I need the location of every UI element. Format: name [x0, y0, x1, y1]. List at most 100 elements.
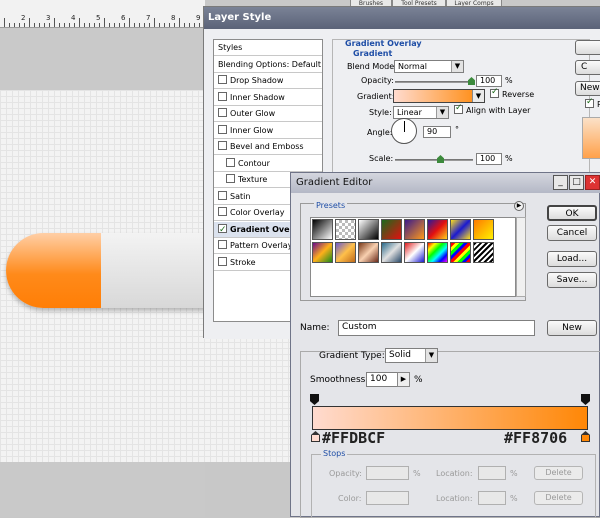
stop-color-swatch[interactable]	[366, 491, 409, 505]
preset-swatch[interactable]	[312, 242, 333, 263]
maximize-icon[interactable]: □	[569, 175, 584, 190]
delete-opacity-stop-button[interactable]: Delete	[534, 466, 583, 480]
ruler-tick	[174, 23, 175, 27]
save-button[interactable]: Save...	[547, 272, 597, 288]
color-location-input[interactable]	[478, 491, 506, 505]
preset-swatch[interactable]	[312, 219, 333, 240]
style-list-item-inner-shadow[interactable]: Inner Shadow	[214, 90, 322, 106]
checkbox-icon[interactable]	[226, 157, 235, 167]
ruler-number: 8	[171, 14, 176, 22]
ruler-number: 2	[21, 14, 26, 22]
minimize-icon[interactable]: _	[553, 175, 568, 190]
smoothness-input[interactable]: 100	[366, 372, 399, 387]
scale-slider[interactable]	[395, 155, 473, 163]
align-with-layer-checkbox[interactable]: Align with Layer	[454, 103, 531, 115]
smoothness-stepper-icon[interactable]: ▶	[397, 372, 410, 387]
style-list-item-drop-shadow[interactable]: Drop Shadow	[214, 73, 322, 89]
presets-scrollbar[interactable]	[516, 217, 526, 297]
checkbox-icon[interactable]	[218, 256, 227, 266]
blend-mode-select[interactable]: Normal ▼	[394, 60, 464, 73]
opacity-location-label: Location:	[436, 469, 473, 478]
preset-swatch[interactable]	[450, 219, 471, 240]
ruler-tick	[69, 23, 70, 27]
ruler-tick	[164, 23, 165, 27]
reverse-checkbox[interactable]: Reverse	[490, 87, 534, 99]
preset-swatch[interactable]	[473, 242, 494, 263]
opacity-slider[interactable]	[395, 77, 475, 85]
preset-swatch[interactable]	[427, 242, 448, 263]
preset-swatch[interactable]	[473, 219, 494, 240]
style-list-item-inner-glow[interactable]: Inner Glow	[214, 123, 322, 139]
checkbox-icon[interactable]	[218, 91, 227, 101]
style-list-item-styles[interactable]: Styles	[214, 40, 322, 56]
opacity-location-input[interactable]	[478, 466, 506, 480]
load-button[interactable]: Load...	[547, 251, 597, 267]
preset-swatch[interactable]	[335, 219, 356, 240]
preset-swatch[interactable]	[358, 219, 379, 240]
angle-dial[interactable]	[391, 118, 417, 144]
checkbox-icon[interactable]	[218, 222, 227, 237]
preset-swatch[interactable]	[404, 219, 425, 240]
new-gradient-button[interactable]: New	[547, 320, 597, 336]
ruler-tick	[139, 23, 140, 27]
scale-slider-knob[interactable]	[437, 155, 444, 163]
checkbox-icon[interactable]	[218, 207, 227, 216]
ok-button-partial[interactable]	[575, 40, 600, 55]
preset-swatch[interactable]	[358, 242, 379, 263]
style-list-label: Outer Glow	[230, 109, 276, 118]
chevron-down-icon[interactable]: ▼	[472, 90, 484, 102]
checkbox-icon[interactable]	[218, 75, 227, 84]
checkbox-icon[interactable]	[226, 174, 235, 183]
delete-color-stop-button[interactable]: Delete	[534, 491, 583, 505]
style-list-item-contour[interactable]: Contour	[214, 156, 322, 172]
preset-swatch[interactable]	[381, 242, 402, 263]
checkbox-icon[interactable]	[218, 240, 227, 249]
style-list-item-outer-glow[interactable]: Outer Glow	[214, 106, 322, 122]
ruler-tick	[64, 23, 65, 27]
preset-swatch[interactable]	[404, 242, 425, 263]
style-list-label: Contour	[238, 158, 270, 168]
style-select[interactable]: Linear ▼	[393, 106, 449, 119]
gradient-type-select[interactable]: Solid ▼	[385, 348, 438, 363]
checkbox-icon[interactable]	[218, 108, 227, 117]
presets-menu-icon[interactable]: ▶	[514, 201, 524, 211]
ruler-tick	[39, 23, 40, 27]
new-style-button-partial[interactable]: New	[575, 81, 600, 96]
cancel-button[interactable]: Cancel	[547, 225, 597, 241]
align-with-layer-label: Align with Layer	[466, 106, 531, 115]
angle-dial-needle	[404, 121, 405, 132]
checkbox-icon[interactable]	[218, 141, 227, 150]
opacity-input[interactable]: 100	[476, 75, 502, 87]
ruler-tick	[124, 23, 125, 27]
ruler-tick	[34, 23, 35, 27]
style-list-item-blending-options-default[interactable]: Blending Options: Default	[214, 57, 322, 73]
close-icon[interactable]: ✕	[585, 175, 600, 190]
preset-swatch[interactable]	[450, 242, 471, 263]
style-list-item-bevel-and-emboss[interactable]: Bevel and Emboss	[214, 139, 322, 155]
ruler-tick	[194, 23, 195, 27]
stop-opacity-input[interactable]	[366, 466, 409, 480]
checkbox-icon[interactable]	[218, 124, 227, 134]
color-location-unit: %	[510, 494, 518, 503]
cancel-button-partial[interactable]: C	[575, 60, 600, 75]
preview-checkbox[interactable]: P	[585, 97, 600, 109]
opacity-unit: %	[505, 76, 513, 85]
ruler-tick	[109, 23, 110, 27]
preset-swatch[interactable]	[381, 219, 402, 240]
ruler-number: 5	[96, 14, 101, 22]
ok-button[interactable]: OK	[547, 205, 597, 221]
ruler-tick	[99, 23, 100, 27]
style-list-label: Stroke	[230, 257, 256, 267]
opacity-slider-knob[interactable]	[468, 77, 475, 85]
opacity-location-unit: %	[510, 469, 518, 478]
checkbox-icon[interactable]	[218, 190, 227, 200]
ruler-tick	[94, 23, 95, 27]
preset-swatch[interactable]	[427, 219, 448, 240]
angle-input[interactable]: 90	[423, 126, 451, 138]
presets-label: Presets	[314, 201, 348, 210]
preset-swatch[interactable]	[335, 242, 356, 263]
gradient-name-input[interactable]: Custom	[338, 320, 535, 336]
chevron-down-icon: ▼	[425, 349, 437, 362]
gradient-ramp-bar[interactable]	[312, 406, 588, 430]
scale-input[interactable]: 100	[476, 153, 502, 165]
